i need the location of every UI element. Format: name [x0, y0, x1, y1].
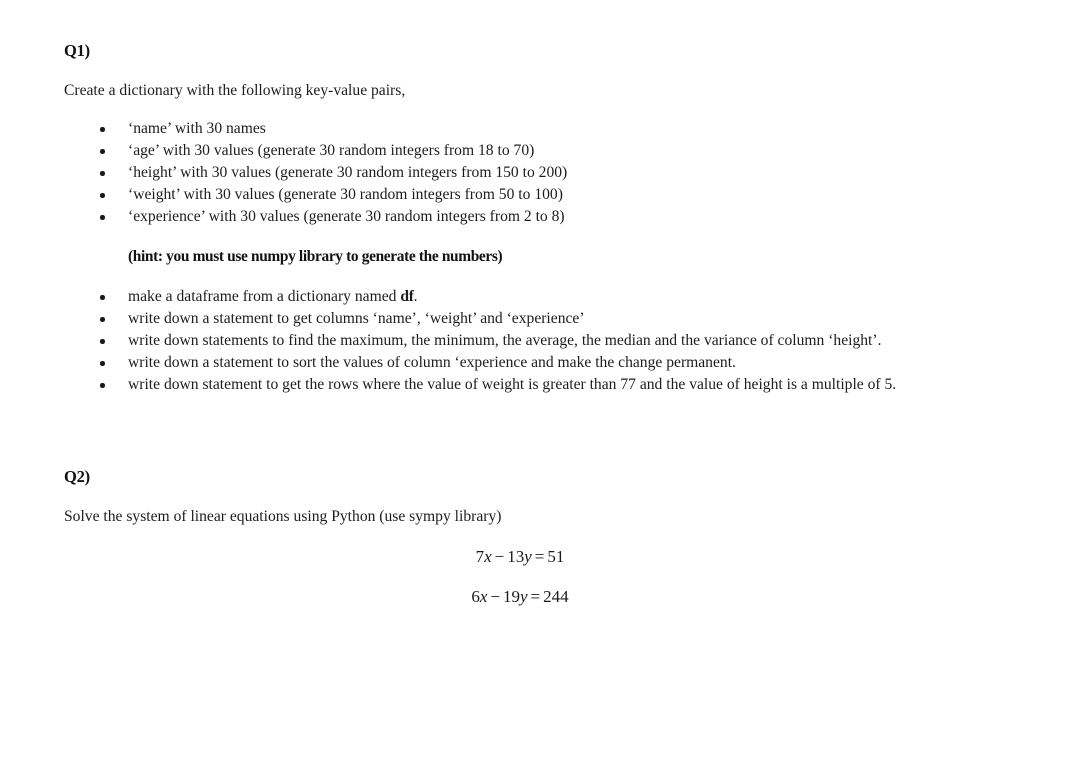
equation-1-operator: − [494, 547, 505, 566]
list-item: write down statements to find the maximu… [64, 330, 1016, 352]
equation-1-equals-sign: = [534, 547, 545, 566]
list-item-text-before: make a dataframe from a dictionary named [128, 288, 401, 305]
list-item: ‘name’ with 30 names [64, 118, 1016, 140]
q1-dictionary-bullet-list: ‘name’ with 30 names ‘age’ with 30 value… [64, 118, 1016, 228]
list-item-text-before: write down statements to find the maximu… [128, 332, 882, 349]
equation-1-variable-2: y [524, 547, 532, 566]
list-item: make a dataframe from a dictionary named… [64, 286, 1016, 308]
list-item-text-before: write down a statement to get columns ‘n… [128, 310, 585, 327]
list-item-text-before: write down a statement to sort the value… [128, 354, 736, 371]
equation-1-coefficient-2: 13 [507, 547, 525, 566]
document-page: Q1) Create a dictionary with the followi… [0, 0, 1080, 778]
equation-2-coefficient-2: 19 [503, 587, 520, 606]
list-item: write down a statement to get columns ‘n… [64, 308, 1016, 330]
list-item: ‘experience’ with 30 values (generate 30… [64, 206, 1016, 228]
q2-intro-text: Solve the system of linear equations usi… [64, 508, 502, 525]
equation-1: 7x −13y = 51 [64, 546, 1016, 568]
equation-2-variable-2: y [520, 587, 528, 606]
list-item: ‘height’ with 30 values (generate 30 ran… [64, 162, 1016, 184]
q1-task-bullet-list: make a dataframe from a dictionary named… [64, 286, 1016, 396]
equation-2-equals-sign: = [530, 587, 541, 606]
equation-2-operator: − [490, 587, 500, 606]
equation-1-coefficient-1: 7 [475, 547, 485, 566]
list-item: write down statement to get the rows whe… [64, 374, 1016, 396]
list-item: ‘weight’ with 30 values (generate 30 ran… [64, 184, 1016, 206]
q1-heading: Q1) [64, 41, 90, 60]
list-item-text: ‘weight’ with 30 values (generate 30 ran… [128, 186, 563, 203]
list-item: write down a statement to sort the value… [64, 352, 1016, 374]
list-item-text-emphasis: df [400, 288, 414, 305]
equation-2: 6x −19y = 244 [64, 586, 1016, 608]
equation-2-coefficient-1: 6 [471, 587, 480, 606]
list-item-text-before: write down statement to get the rows whe… [128, 376, 897, 393]
list-item-text: ‘experience’ with 30 values (generate 30… [128, 208, 565, 225]
q2-heading: Q2) [64, 467, 90, 486]
list-item-text: ‘age’ with 30 values (generate 30 random… [128, 142, 535, 159]
list-item-text-after: . [413, 288, 418, 305]
equation-block: 7x −13y = 51 6x −19y = 244 [64, 546, 1016, 608]
document-content: Q1) Create a dictionary with the followi… [64, 40, 1016, 608]
list-item: ‘age’ with 30 values (generate 30 random… [64, 140, 1016, 162]
q1-intro-text: Create a dictionary with the following k… [64, 82, 406, 99]
equation-2-right-hand-side: 244 [543, 587, 569, 606]
equation-1-right-hand-side: 51 [547, 547, 565, 566]
list-item-text: ‘name’ with 30 names [128, 120, 266, 137]
numpy-hint-text: (hint: you must use numpy library to gen… [128, 248, 503, 265]
equation-1-variable-1: x [484, 547, 492, 566]
list-item-text: ‘height’ with 30 values (generate 30 ran… [128, 164, 568, 181]
